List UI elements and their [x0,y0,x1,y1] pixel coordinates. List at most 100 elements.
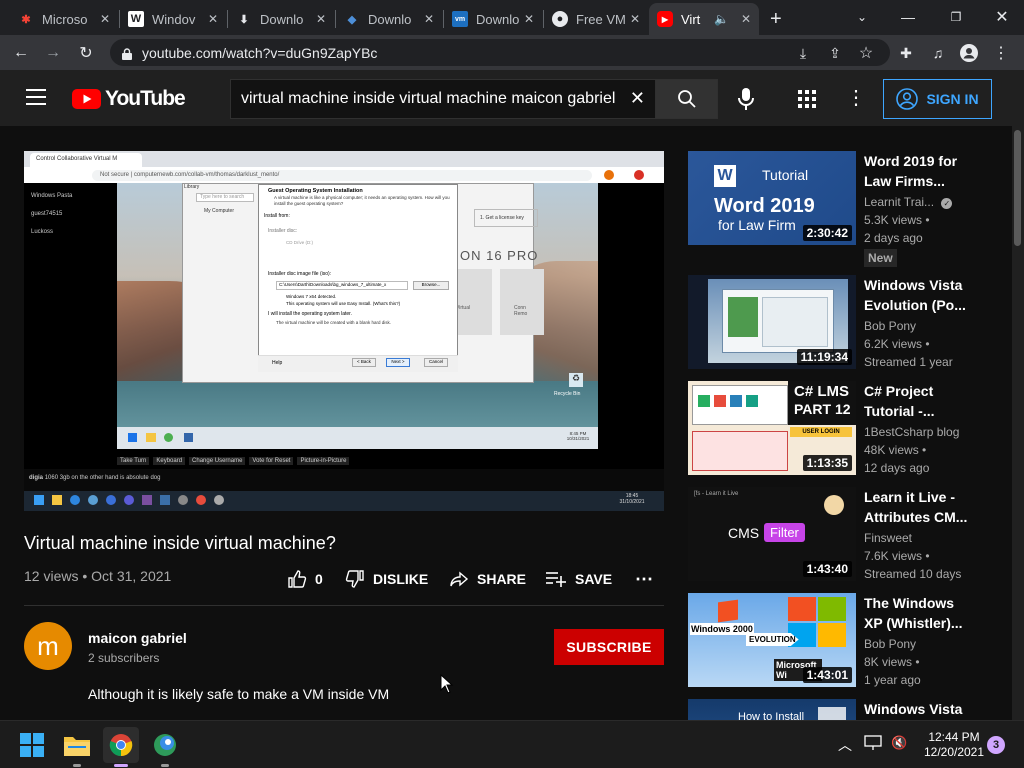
recommendation-item[interactable]: C# LMS PART 12 USER LOGIN 1:13:35 C# Pro… [688,381,988,475]
video-thumbnail[interactable]: W Tutorial Word 2019 for Law Firm 2:30:4… [688,151,856,245]
clear-search-icon[interactable]: ✕ [630,88,645,109]
video-player[interactable]: Control Collaborative Virtual M Not secu… [24,151,664,511]
video-thumbnail[interactable]: How to Install [688,699,856,720]
new-tab-button[interactable]: + [762,3,792,35]
browser-tab[interactable]: ● Free VM ✕ [544,3,648,35]
minimize-icon[interactable]: — [888,4,928,30]
media-control-icon[interactable]: ♫ [925,40,951,66]
lock-icon [122,47,132,60]
video-thumbnail[interactable]: Windows 2000 EVOLUTION Microsoft Wi 1:43… [688,593,856,687]
close-icon[interactable]: ✕ [524,12,534,26]
window-close-icon[interactable]: ✕ [982,4,1022,30]
notification-badge[interactable]: 3 [987,736,1005,754]
recommendation-item[interactable]: How to Install Windows Vista [688,699,988,720]
thumbs-up-icon [288,570,307,588]
reload-icon[interactable]: ↻ [73,40,99,66]
youtube-icon: ▶ [657,11,673,27]
youtube-logo[interactable]: YouTube [72,87,186,111]
recommendation-item[interactable]: W Tutorial Word 2019 for Law Firm 2:30:4… [688,151,988,267]
video-thumbnail[interactable]: [fs - Learn it Live CMS Filter 1:43:40 [688,487,856,581]
microphone-icon[interactable] [735,87,757,116]
close-icon[interactable]: ✕ [100,12,110,26]
scrollbar-thumb[interactable] [1014,130,1021,246]
install-app-icon[interactable]: ⤓ [790,40,816,66]
settings-more-icon[interactable]: ⋮ [846,85,866,110]
chrome-menu-icon[interactable]: ⋮ [988,40,1014,66]
close-icon[interactable]: ✕ [741,12,751,26]
browser-tab[interactable]: W Windov ✕ [120,3,226,35]
browser-tab[interactable]: ⬇ Downlo ✕ [228,3,334,35]
system-clock[interactable]: 12:44 PM 12/20/2021 [918,730,990,760]
profile-icon[interactable] [956,40,982,66]
like-button[interactable]: 0 [287,569,323,589]
video-duration: 1:43:01 [802,667,852,683]
forward-icon[interactable]: → [40,40,66,66]
volume-muted-icon[interactable]: 🔇 [891,735,907,751]
recommendation-item[interactable]: [fs - Learn it Live CMS Filter 1:43:40 L… [688,487,988,581]
close-icon[interactable]: ✕ [630,12,640,26]
bookmark-star-icon[interactable]: ☆ [853,40,879,66]
thumbs-down-icon [345,570,364,588]
youtube-header: YouTube virtual machine inside virtual m… [0,70,1024,126]
dislike-button[interactable]: DISLIKE [345,569,428,589]
recommendation-title[interactable]: Word 2019 for Law Firms... [864,151,984,191]
share-page-icon[interactable]: ⇪ [822,40,848,66]
sign-in-button[interactable]: SIGN IN [883,79,992,119]
tab-search-icon[interactable]: ⌄ [842,4,882,30]
recommendation-title[interactable]: Windows Vista Evolution (Po... [864,275,984,315]
subscribe-button[interactable]: SUBSCRIBE [554,629,664,665]
recommendation-title[interactable]: C# Project Tutorial -... [864,381,984,421]
edge-taskbar-icon[interactable] [147,727,183,767]
extensions-icon[interactable]: ✚ [893,40,919,66]
recommendation-channel[interactable]: Finsweet [864,531,912,545]
share-button[interactable]: SHARE [449,569,526,589]
recommendation-title[interactable]: The Windows XP (Whistler)... [864,593,984,633]
close-icon[interactable]: ✕ [424,12,434,26]
recommendation-views: 6.2K views • [864,337,930,351]
video-thumbnail[interactable]: C# LMS PART 12 USER LOGIN 1:13:35 [688,381,856,475]
speaker-icon[interactable]: 🔈 [714,12,729,26]
inner-browser-tab: Control Collaborative Virtual M [30,153,142,167]
file-explorer-icon[interactable] [59,727,95,767]
chrome-taskbar-icon[interactable] [103,727,139,767]
browser-toolbar: ← → ↻ youtube.com/watch?v=duGn9ZapYBc ⤓ … [0,35,1024,70]
recommendation-item[interactable]: 11:19:34 Windows Vista Evolution (Po... B… [688,275,988,369]
recommendation-title[interactable]: Windows Vista [864,699,984,719]
download-icon: ⬇ [239,13,249,26]
recommendation-date: Streamed 1 year [864,355,953,369]
recommendation-views: 48K views • [864,443,927,457]
browser-tab[interactable]: vm Downlo ✕ [444,3,542,35]
recommendation-channel[interactable]: Bob Pony [864,319,916,333]
tab-label: Downlo [368,11,412,27]
like-count: 0 [315,571,323,587]
recommendation-channel[interactable]: Bob Pony [864,637,916,651]
channel-avatar[interactable]: m [24,622,72,670]
account-icon [896,88,919,110]
browser-tab-active[interactable]: ▶ Virt 🔈 ✕ [649,3,759,35]
apps-grid-icon[interactable] [798,90,816,113]
recommendation-channel[interactable]: Learnit Trai... ✓ [864,195,953,209]
show-hidden-icons-icon[interactable]: ︿ [838,735,852,755]
recommendation-item[interactable]: Windows 2000 EVOLUTION Microsoft Wi 1:43… [688,593,988,687]
network-icon[interactable] [864,735,882,756]
close-icon[interactable]: ✕ [208,12,218,26]
back-icon[interactable]: ← [8,40,34,66]
close-icon[interactable]: ✕ [316,12,326,26]
save-button[interactable]: SAVE [545,569,612,589]
search-input[interactable]: virtual machine inside virtual machine m… [230,79,655,119]
search-button[interactable] [655,79,718,119]
video-title: Virtual machine inside virtual machine? [24,533,336,553]
browser-tab[interactable]: ◆ Downlo ✕ [336,3,442,35]
restore-icon[interactable]: ❐ [936,4,976,30]
playlist-add-icon [546,572,566,587]
more-actions-icon[interactable]: ⋯ [635,569,653,590]
address-bar[interactable]: youtube.com/watch?v=duGn9ZapYBc [110,39,890,66]
recommendation-channel[interactable]: 1BestCsharp blog [864,425,959,439]
recommendation-title[interactable]: Learn it Live - Attributes CM... [864,487,984,527]
channel-name[interactable]: maicon gabriel [88,630,187,646]
video-thumbnail[interactable]: 11:19:34 [688,275,856,369]
hamburger-menu-icon[interactable] [26,89,46,105]
windows-start-icon[interactable] [14,727,50,763]
video-description: Although it is likely safe to make a VM … [88,686,390,702]
browser-tab[interactable]: ✱ Microso ✕ [10,3,118,35]
